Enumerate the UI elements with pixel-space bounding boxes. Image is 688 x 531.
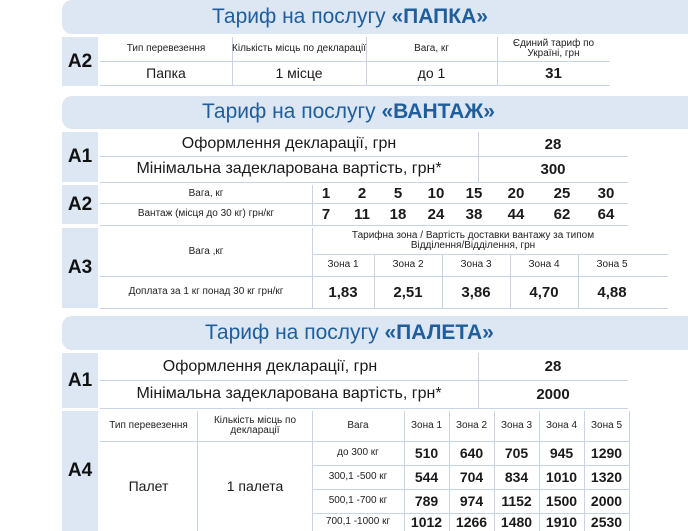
paleta-a4-price: 1480: [500, 514, 533, 531]
papka-value-tariff: 31: [545, 64, 562, 82]
vantazh-a2-price: 11: [354, 205, 370, 223]
vantazh-a3-zone: Зона 4: [528, 259, 560, 271]
paleta-a4-price: 789: [414, 493, 439, 510]
papka-header-tariff: Єдиний тариф по Україні, грн: [512, 37, 595, 59]
papka-header-type: Тип перевезення: [126, 42, 206, 54]
vantazh-a2-weight: 20: [507, 185, 525, 203]
vantazh-a3-code: A3: [62, 228, 98, 308]
paleta-a4-count-header: Кількість місць по декларації: [213, 414, 297, 436]
paleta-a4-count-value: 1 палета: [226, 478, 284, 495]
paleta-a4-weight-header: Вага: [347, 419, 369, 431]
paleta-a4-price: 945: [549, 445, 574, 462]
vantazh-a2-weight: 10: [427, 185, 445, 203]
paleta-a4-price: 1320: [590, 469, 623, 486]
paleta-a4-price: 705: [504, 445, 529, 462]
vantazh-a2-price: 7: [321, 205, 331, 223]
papka-value-weight: до 1: [417, 65, 446, 82]
vantazh-a2-weight: 5: [393, 185, 403, 203]
vantazh-a2-price: 38: [465, 205, 483, 223]
vantazh-a3-surcharge: 3,86: [461, 283, 491, 301]
papka-code: A2: [62, 37, 98, 86]
vantazh-a1-label-1: Мінімальна задекларована вартість, грн*: [136, 160, 442, 178]
vantazh-a2-weight: 25: [553, 185, 571, 203]
papka-header-count: Кількість місць по декларації: [232, 42, 366, 54]
vantazh-a3-zone: Зона 1: [327, 259, 359, 271]
vantazh-a3-surcharge: 4,70: [529, 283, 559, 301]
vantazh-a2-price: 24: [427, 205, 445, 223]
paleta-a4-price: 544: [414, 469, 439, 486]
paleta-a4-price: 510: [414, 445, 439, 462]
paleta-a4-row-weight: до 300 кг: [337, 447, 379, 459]
vantazh-a3-surcharge-label: Доплата за 1 кг понад 30 кг грн/кг: [128, 286, 284, 298]
paleta-a4-zone: Зона 5: [590, 419, 623, 431]
paleta-a4-row-weight: 700,1 -1000 кг: [325, 516, 391, 528]
vantazh-a2-price: 62: [553, 205, 571, 223]
vantazh-a3-zone: Зона 3: [460, 259, 492, 271]
vantazh-a2-price: 44: [507, 205, 525, 223]
paleta-a4-zone: Зона 1: [410, 419, 443, 431]
vantazh-a3-surcharge: 2,51: [393, 283, 423, 301]
vantazh-a2-price: 18: [389, 205, 407, 223]
paleta-a4-row-weight: 300,1 -500 кг: [328, 471, 388, 483]
paleta-a4-price: 2000: [590, 493, 623, 510]
paleta-a4-price: 1266: [455, 514, 488, 531]
vantazh-a2-weight: 1: [321, 185, 331, 203]
paleta-a4-price: 834: [504, 469, 529, 486]
vantazh-a2-price: 64: [597, 205, 615, 223]
paleta-a4-price: 704: [459, 469, 484, 486]
paleta-a4-zone: Зона 3: [500, 419, 533, 431]
vantazh-a3-surcharge: 4,88: [597, 283, 627, 301]
paleta-a1-code: A1: [62, 353, 98, 408]
vantazh-title: Тариф на послугу «ВАНТАЖ»: [202, 100, 495, 123]
vantazh-a3-zone: Зона 2: [392, 259, 424, 271]
paleta-a4-zone: Зона 2: [455, 419, 488, 431]
paleta-a4-type-header: Тип перевезення: [109, 419, 188, 431]
paleta-a4-row-weight: 500,1 -700 кг: [328, 495, 388, 507]
vantazh-a2-weight-label: Вага, кг: [188, 187, 224, 199]
paleta-a1-label-0: Оформлення декларації, грн: [162, 357, 378, 375]
vantazh-a1-code: A1: [62, 132, 98, 182]
vantazh-a3-weight-label: Вага ,кг: [188, 245, 224, 257]
papka-header-weight: Вага, кг: [414, 42, 449, 54]
vantazh-a2-weight: 15: [465, 185, 483, 203]
paleta-a4-price: 1152: [501, 493, 532, 510]
paleta-a1-value-1: 2000: [536, 385, 570, 403]
papka-title: Тариф на послугу «ПАПКА»: [212, 5, 488, 28]
paleta-a4-price: 1012: [410, 514, 443, 531]
vantazh-a2-weight: 2: [357, 185, 367, 203]
paleta-a1-label-1: Мінімальна задекларована вартість, грн*: [136, 385, 442, 403]
paleta-a4-price: 640: [459, 445, 484, 462]
vantazh-a3-zone-header: Тарифна зона / Вартість доставки вантажу…: [351, 229, 595, 251]
vantazh-a1-label-0: Оформлення декларації, грн: [181, 135, 397, 153]
paleta-a4-code: A4: [62, 411, 98, 531]
paleta-a1-value-0: 28: [544, 358, 562, 376]
vantazh-a2-weight: 30: [597, 185, 615, 203]
vantazh-a3-surcharge: 1,83: [328, 283, 358, 301]
vantazh-a2-price-label: Вантаж (місця до 30 кг) грн/кг: [137, 208, 275, 220]
paleta-a4-price: 1910: [545, 514, 578, 531]
vantazh-a1-value-1: 300: [540, 160, 566, 178]
paleta-a4-price: 1010: [545, 469, 578, 486]
paleta-a4-zone: Зона 4: [545, 419, 578, 431]
paleta-a4-type-value: Палет: [128, 478, 169, 495]
vantazh-a3-zone: Зона 5: [596, 259, 628, 271]
papka-value-count: 1 місце: [275, 65, 323, 82]
paleta-a4-price: 1500: [545, 493, 578, 510]
vantazh-a2-code: A2: [62, 185, 98, 224]
paleta-a4-price: 974: [459, 493, 484, 510]
paleta-title: Тариф на послугу «ПАЛЕТА»: [205, 321, 494, 344]
paleta-a4-price: 2530: [590, 514, 623, 531]
papka-value-type: Папка: [146, 65, 186, 82]
vantazh-a1-value-0: 28: [544, 135, 562, 153]
paleta-a4-price: 1290: [590, 445, 623, 462]
